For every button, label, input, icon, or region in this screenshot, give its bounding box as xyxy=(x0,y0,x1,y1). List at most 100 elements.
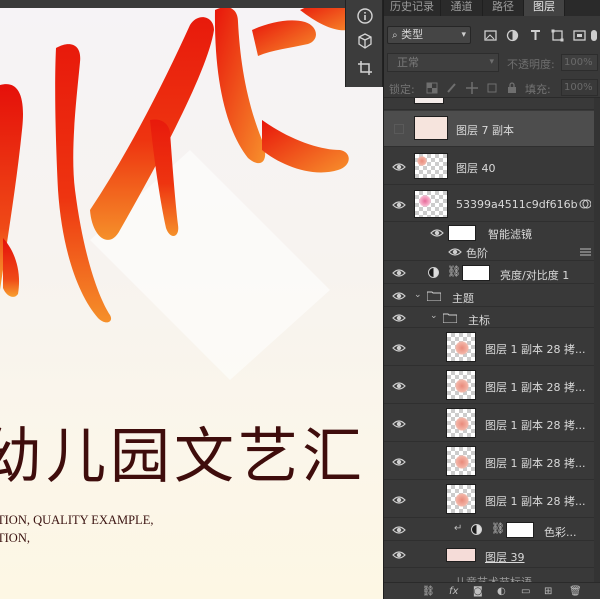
chevron-down-icon: ▾ xyxy=(489,57,494,67)
layer-thumbnail xyxy=(446,370,476,400)
crop-icon[interactable] xyxy=(354,57,376,79)
layer-row[interactable]: 图层 1 副本 28 拷... xyxy=(384,405,594,442)
layer-thumbnail xyxy=(446,484,476,514)
layers-panel: 历史记录 通道 路径 图层 ⌕ 类型 ▾ 正常 ▾ 不透明度: 100% 锁定:… xyxy=(383,0,600,599)
trash-icon[interactable]: 🗑 xyxy=(569,586,582,598)
layer-row[interactable]: 图层 1 副本 28 拷... xyxy=(384,443,594,480)
lock-move-icon[interactable] xyxy=(466,82,478,94)
folder-icon xyxy=(427,291,441,301)
shape-filter-icon[interactable] xyxy=(551,29,564,42)
eye-icon[interactable] xyxy=(392,198,406,212)
layer-row[interactable]: 图层 39 xyxy=(384,542,594,568)
layer-group-row[interactable]: ⌄ 主题 xyxy=(384,285,594,307)
layer-group-row[interactable]: ⌄ 主标 xyxy=(384,308,594,328)
layer-row[interactable]: 色阶 xyxy=(384,243,594,261)
adjustment-icon[interactable]: ◐ xyxy=(497,586,506,598)
tab-history[interactable]: 历史记录 xyxy=(384,0,441,16)
adjustment-icon xyxy=(471,524,482,535)
layer-name: 图层 1 副本 28 拷... xyxy=(485,495,586,508)
filter-options-icon[interactable] xyxy=(580,247,591,257)
layer-row[interactable]: …儿童艺术节标语… xyxy=(384,569,594,582)
layer-thumbnail xyxy=(446,548,476,562)
folder-icon[interactable]: ▭ xyxy=(521,586,530,598)
eye-icon[interactable] xyxy=(392,455,406,469)
blend-row: 正常 ▾ 不透明度: 100% xyxy=(384,52,600,74)
layer-thumbnail xyxy=(414,98,444,104)
mask-icon[interactable]: ◙ xyxy=(473,586,483,598)
panel-dock-strip xyxy=(345,0,383,87)
fill-input[interactable]: 100% xyxy=(561,79,598,96)
eye-icon[interactable] xyxy=(392,548,406,562)
eye-icon[interactable] xyxy=(392,160,406,174)
layer-row[interactable]: 图层 1 副本 28 拷... xyxy=(384,367,594,404)
document-canvas[interactable]: 幼儿园文艺汇 TION, QUALITY EXAMPLE, TION, xyxy=(0,0,383,599)
layer-row[interactable]: 图层 1 副本 28 拷... xyxy=(384,481,594,518)
smart-filter-badge-icon xyxy=(579,199,591,209)
layer-row[interactable]: 图层 7 副本 xyxy=(384,111,594,147)
eye-icon[interactable] xyxy=(448,245,462,259)
image-filter-icon[interactable] xyxy=(484,29,497,42)
opacity-input[interactable]: 100% xyxy=(561,54,598,71)
tab-channels[interactable]: 通道 xyxy=(441,0,483,16)
blend-mode-select[interactable]: 正常 ▾ xyxy=(387,53,499,72)
layer-row[interactable]: 图层 1 副本 28 拷... xyxy=(384,329,594,366)
panel-tabs: 历史记录 通道 路径 图层 xyxy=(384,0,600,16)
layer-thumbnail xyxy=(446,408,476,438)
eye-icon[interactable] xyxy=(392,379,406,393)
layer-mask-thumbnail xyxy=(506,522,534,538)
fx-icon[interactable]: fx xyxy=(449,586,458,598)
filter-mask-thumbnail xyxy=(448,225,476,241)
chevron-down-icon[interactable]: ⌄ xyxy=(414,290,422,300)
eye-icon[interactable] xyxy=(392,417,406,431)
layer-name: 色阶 xyxy=(466,247,488,260)
type-filter-icon[interactable] xyxy=(529,29,542,42)
lock-all-icon[interactable] xyxy=(506,82,518,94)
lock-brush-icon[interactable] xyxy=(446,82,458,94)
layer-row[interactable]: 智能滤镜 xyxy=(384,223,594,243)
tab-layers[interactable]: 图层 xyxy=(524,0,565,16)
layer-name: 图层 40 xyxy=(456,162,496,175)
eye-icon[interactable] xyxy=(392,523,406,537)
3d-cube-icon[interactable] xyxy=(354,30,376,52)
canvas-top-edge xyxy=(0,0,383,8)
layer-row[interactable]: 53399a4511c9df616bf... xyxy=(384,186,594,222)
layer-row[interactable]: ↵ ⛓ 色彩... xyxy=(384,519,594,541)
layer-list-scrollbar[interactable] xyxy=(594,98,600,582)
toggle-filter-icon[interactable] xyxy=(589,29,599,42)
lock-transparent-icon[interactable] xyxy=(426,82,438,94)
layer-kind-filter[interactable]: ⌕ 类型 ▾ xyxy=(387,26,471,44)
eye-icon[interactable] xyxy=(392,289,406,303)
link-icon: ⛓ xyxy=(491,522,505,535)
layer-row[interactable]: ⛓ 亮度/对比度 1 xyxy=(384,262,594,284)
eye-icon[interactable] xyxy=(392,493,406,507)
layer-name: 智能滤镜 xyxy=(488,228,532,241)
eye-icon[interactable] xyxy=(392,311,406,325)
layer-name: 亮度/对比度 1 xyxy=(500,269,570,282)
chevron-down-icon[interactable]: ⌄ xyxy=(430,311,438,321)
link-icon[interactable]: ⛓ xyxy=(422,586,435,598)
smart-object-filter-icon[interactable] xyxy=(573,29,586,42)
kind-filter-label: 类型 xyxy=(401,28,424,41)
eye-icon[interactable] xyxy=(430,226,444,240)
layer-name: 图层 1 副本 28 拷... xyxy=(485,343,586,356)
poster-subtitle-line-1: TION, QUALITY EXAMPLE, xyxy=(0,513,154,527)
info-icon[interactable] xyxy=(354,5,376,27)
visibility-toggle[interactable] xyxy=(394,124,404,134)
lock-artboard-icon[interactable] xyxy=(486,82,498,94)
eye-icon[interactable] xyxy=(392,266,406,280)
eye-icon[interactable] xyxy=(392,341,406,355)
layer-list[interactable]: 图层 7 副本 图层 40 53399a4511c9df616bf... 智能滤… xyxy=(384,98,594,582)
layer-row[interactable]: 图层 40 xyxy=(384,148,594,185)
fill-label: 填充: xyxy=(525,83,551,96)
tab-paths[interactable]: 路径 xyxy=(483,0,524,16)
layer-row[interactable] xyxy=(384,98,594,110)
new-layer-icon[interactable]: ⊞ xyxy=(544,586,552,598)
adjustment-filter-icon[interactable] xyxy=(506,29,519,42)
layer-thumbnail xyxy=(446,446,476,476)
layer-name: 图层 1 副本 28 拷... xyxy=(485,381,586,394)
layer-name: 主题 xyxy=(452,292,474,305)
chevron-down-icon: ▾ xyxy=(461,30,466,40)
filter-row: ⌕ 类型 ▾ xyxy=(384,22,600,48)
layer-name: 图层 39 xyxy=(485,551,525,564)
layer-name: 图层 1 副本 28 拷... xyxy=(485,457,586,470)
